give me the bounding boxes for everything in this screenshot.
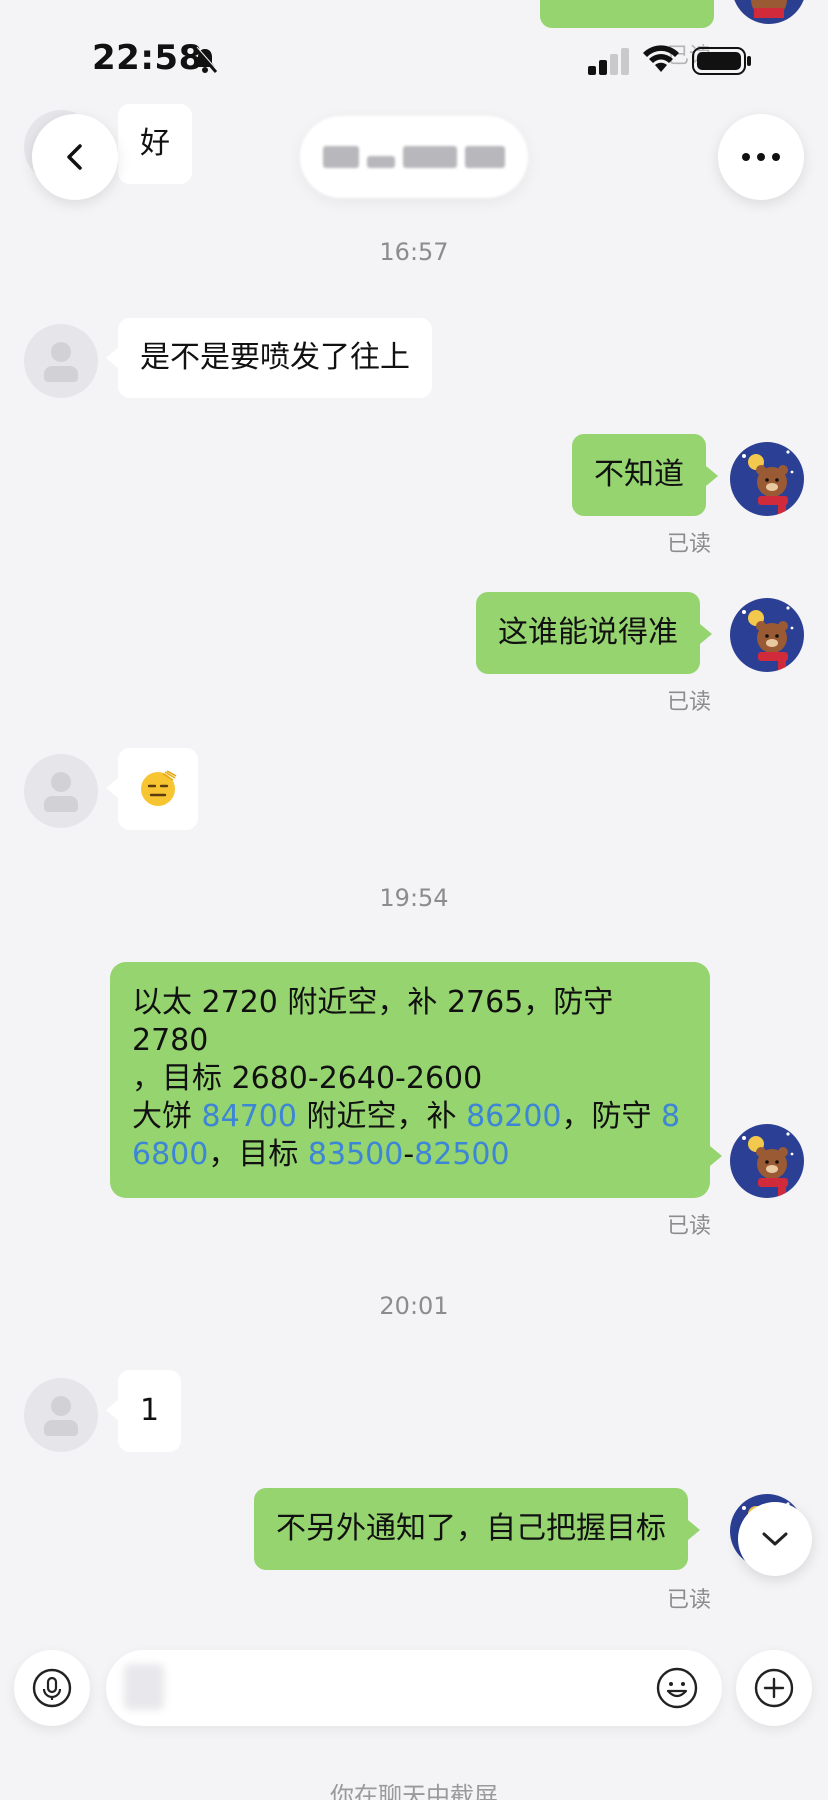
emoji-button[interactable] xyxy=(654,1665,700,1711)
outgoing-message-bubble[interactable]: 不知道 xyxy=(572,434,718,516)
message-line: ，目标 2680-2640-2600 xyxy=(132,1061,483,1096)
contact-avatar[interactable] xyxy=(24,754,98,828)
peek-bubble-text: 好 xyxy=(140,126,170,161)
self-avatar[interactable] xyxy=(730,598,804,672)
contact-avatar[interactable] xyxy=(24,1378,98,1452)
number-link[interactable]: 8 xyxy=(661,1099,680,1134)
message-text: 这谁能说得准 xyxy=(498,615,678,650)
status-time: 22:58 xyxy=(92,38,203,78)
number-link[interactable]: 84700 xyxy=(202,1099,297,1134)
outgoing-message-bubble[interactable]: 这谁能说得准 xyxy=(476,592,712,674)
message-text: 1 xyxy=(140,1393,160,1428)
self-avatar[interactable] xyxy=(730,442,804,516)
number-link[interactable]: 82500 xyxy=(414,1137,509,1172)
outgoing-long-message-bubble[interactable]: 以太 2720 附近空，补 2765，防守 2780 ，目标 2680-2640… xyxy=(110,962,722,1198)
more-horizontal-icon xyxy=(742,153,780,161)
mute-bell-icon xyxy=(193,46,218,73)
peek-incoming-bubble[interactable]: 好 xyxy=(118,104,192,184)
outgoing-message-bubble[interactable]: 不另外通知了，自己把握目标 xyxy=(254,1488,700,1570)
back-button[interactable] xyxy=(32,114,118,200)
microphone-icon xyxy=(32,1668,72,1708)
peek-outgoing-bubble xyxy=(540,0,714,28)
number-link[interactable]: 83500 xyxy=(308,1137,403,1172)
screenshot-hint: 你在聊天中截屏 xyxy=(330,1782,498,1800)
blurred-input-content xyxy=(124,1664,164,1710)
timestamp: 20:01 xyxy=(379,1292,449,1320)
read-status: 已读 xyxy=(667,532,712,557)
incoming-message-bubble[interactable]: 1 xyxy=(106,1370,182,1452)
read-status: 已读 xyxy=(667,1588,712,1613)
peek-self-avatar[interactable] xyxy=(732,0,806,24)
more-options-button[interactable] xyxy=(718,114,804,200)
scroll-to-bottom-button[interactable] xyxy=(738,1502,812,1576)
message-text: 不另外通知了，自己把握目标 xyxy=(276,1511,666,1546)
wifi-icon xyxy=(643,45,679,72)
plus-icon xyxy=(754,1668,794,1708)
more-actions-button[interactable] xyxy=(736,1650,812,1726)
timestamp: 16:57 xyxy=(379,238,449,266)
message-line: 6800，目标 83500-82500 xyxy=(132,1137,510,1172)
emoji-icon xyxy=(656,1667,698,1709)
message-line: 以太 2720 附近空，补 2765，防守 2780 xyxy=(132,985,614,1058)
message-input[interactable] xyxy=(106,1650,722,1726)
signal-icon xyxy=(588,48,629,75)
incoming-message-bubble[interactable]: 是不是要喷发了往上 xyxy=(106,318,432,398)
read-status: 已读 xyxy=(667,690,712,715)
expressionless-emoji-icon xyxy=(141,770,177,806)
self-avatar[interactable] xyxy=(730,1124,804,1198)
voice-input-button[interactable] xyxy=(14,1650,90,1726)
number-link[interactable]: 6800 xyxy=(132,1137,208,1172)
battery-icon xyxy=(692,47,751,75)
message-text: 是不是要喷发了往上 xyxy=(140,340,410,375)
chevron-left-icon xyxy=(67,144,82,170)
message-text: 不知道 xyxy=(594,457,684,492)
timestamp: 19:54 xyxy=(379,884,449,912)
number-link[interactable]: 86200 xyxy=(466,1099,561,1134)
chevron-down-icon xyxy=(762,1532,788,1546)
chat-title-blurred[interactable] xyxy=(300,116,528,198)
read-status: 已读 xyxy=(667,1214,712,1239)
incoming-emoji-bubble[interactable] xyxy=(106,748,198,830)
message-line: 大饼 84700 附近空，补 86200，防守 8 xyxy=(132,1099,681,1134)
contact-avatar[interactable] xyxy=(24,324,98,398)
